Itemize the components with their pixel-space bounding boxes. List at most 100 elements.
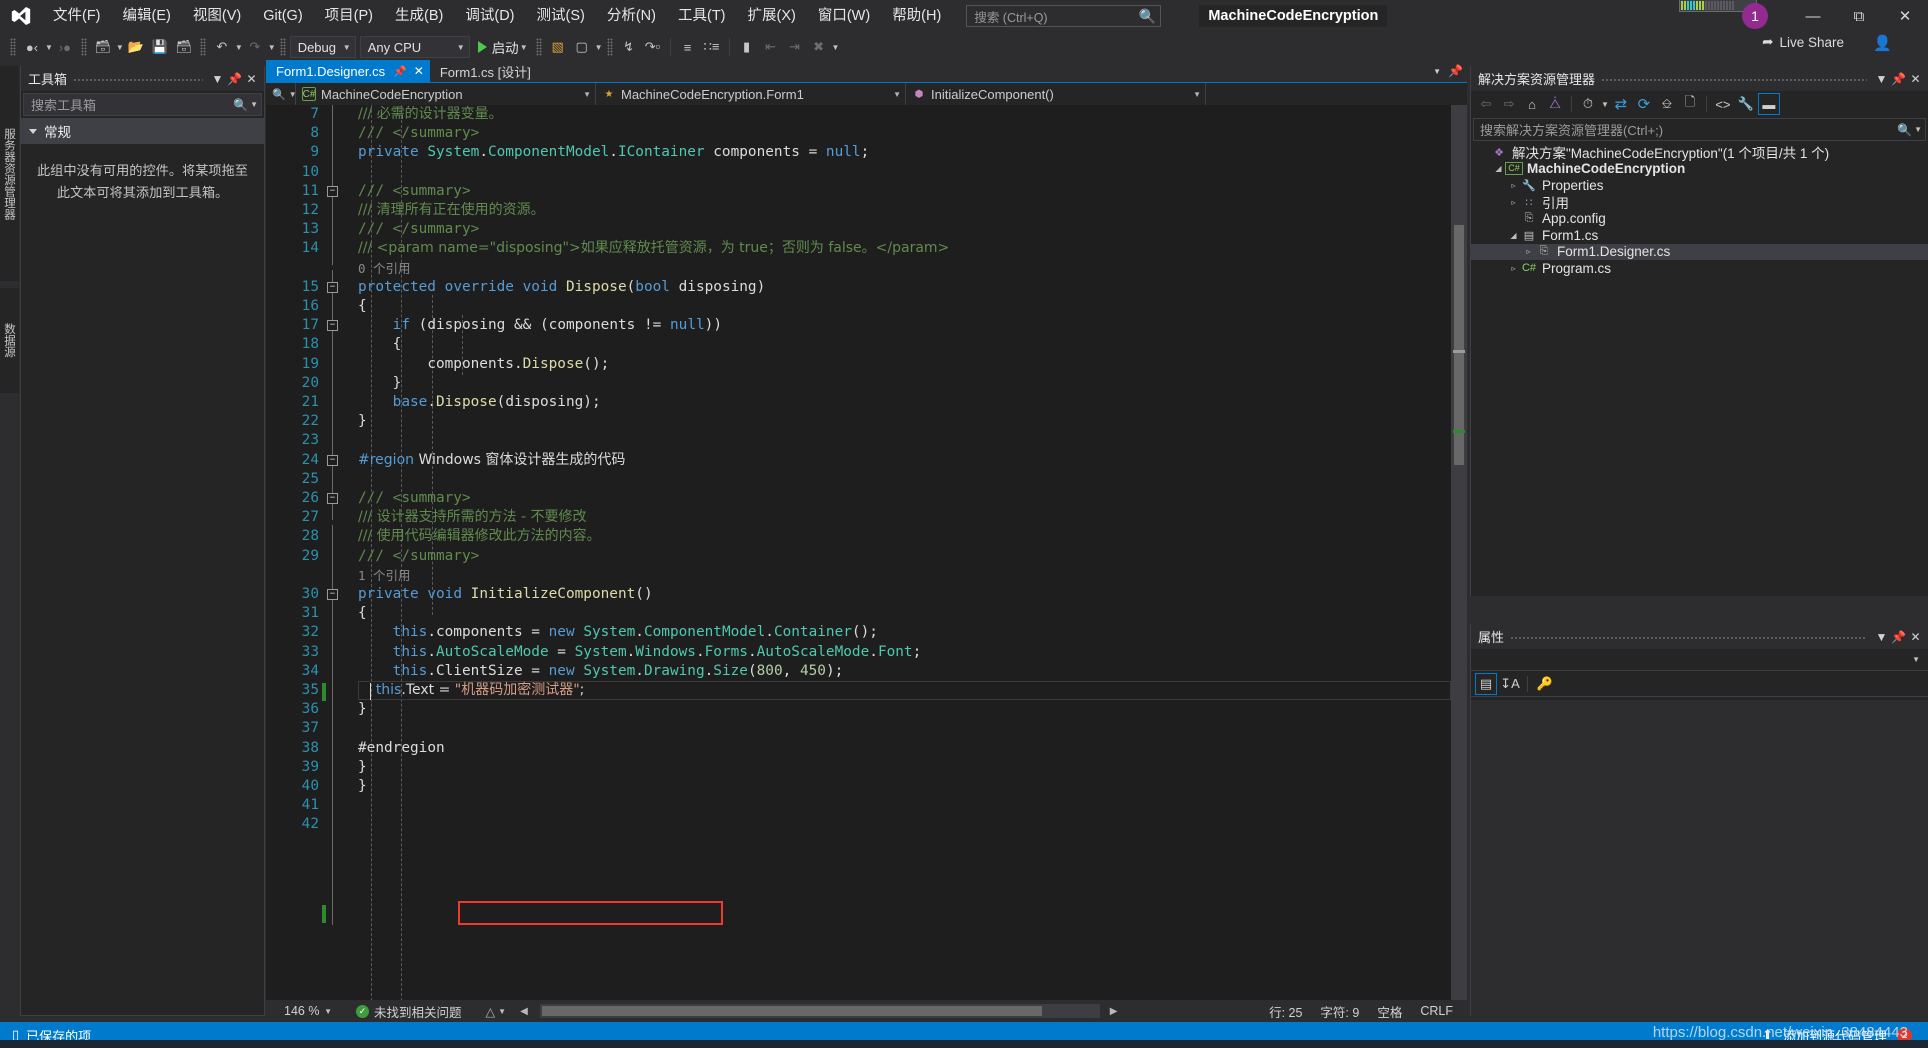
chevron-collapsed-icon[interactable]: ▹ (1507, 181, 1520, 190)
chevron-down-icon[interactable]: ▼ (1183, 90, 1201, 99)
property-pages-icon[interactable]: 🔑 (1534, 673, 1556, 695)
save-all-icon[interactable]: 🗃 (172, 35, 196, 59)
step-into-icon[interactable]: ↯ (617, 35, 641, 59)
pending-changes-dropdown-icon[interactable]: ▼ (1601, 100, 1609, 109)
tab-form1-designer-cs[interactable]: Form1.Designer.cs 📌 ✕ (266, 60, 430, 82)
magnifier-icon[interactable]: 🔍 (232, 95, 249, 115)
close-icon[interactable]: ✕ (414, 64, 424, 78)
solution-explorer-search-input[interactable]: 搜索解决方案资源管理器(Ctrl+;) 🔍 ▼ (1473, 118, 1926, 141)
chevron-collapsed-icon[interactable]: ▹ (1507, 198, 1520, 207)
close-icon[interactable]: ✕ (1907, 627, 1924, 647)
code-editor-surface[interactable]: 7 /// 必需的设计器变量。 8 /// </summary> 9 private Sy… (266, 105, 1467, 1016)
save-icon[interactable]: 💾 (148, 35, 172, 59)
menu-extensions[interactable]: 扩展(X) (737, 0, 807, 32)
quick-launch-search[interactable]: 搜索 (Ctrl+Q) 🔍 (966, 5, 1162, 27)
navigate-back-icon[interactable]: ●‹ (20, 35, 44, 59)
sync-icon[interactable]: ⇄ (1610, 93, 1632, 115)
chevron-collapsed-icon[interactable]: ▹ (1507, 264, 1520, 273)
fold-toggle-icon[interactable]: − (327, 185, 338, 197)
comment-icon[interactable]: ∷≡ (700, 35, 724, 59)
tree-item-properties[interactable]: ▹ 🔧 Properties (1471, 177, 1928, 194)
live-preview-icon[interactable]: ▢ (570, 35, 594, 59)
bookmark-icon[interactable]: ▮ (735, 35, 759, 59)
pin-icon[interactable]: 📌 (1890, 627, 1907, 647)
properties-wrench-icon[interactable]: 🔧 (1735, 93, 1757, 115)
toolbox-search-input[interactable]: 搜索工具箱 🔍 ▼ (23, 93, 262, 116)
redo-dropdown-icon[interactable]: ▼ (268, 43, 276, 52)
chevron-down-icon[interactable]: ▼ (883, 90, 901, 99)
close-icon[interactable]: ✕ (1907, 69, 1924, 89)
toolbar-grip-3[interactable] (199, 38, 206, 56)
notification-badge[interactable]: 1 (1742, 3, 1768, 29)
redo-icon[interactable]: ↷ (243, 35, 267, 59)
scrollbar-thumb[interactable] (1454, 225, 1464, 465)
chevron-expanded-icon[interactable]: ◢ (1492, 164, 1505, 173)
previous-bookmark-icon[interactable]: ⇤ (759, 35, 783, 59)
menu-file[interactable]: 文件(F) (42, 0, 112, 32)
nav-search-cell[interactable]: 🔍 ▼ (266, 83, 297, 105)
hscroll-left-arrow[interactable]: ◀ (520, 1006, 528, 1017)
next-bookmark-icon[interactable]: ⇥ (783, 35, 807, 59)
menu-window[interactable]: 窗口(W) (807, 0, 881, 32)
vtab-server-explorer[interactable]: 服务器资源管理器 (0, 66, 19, 281)
editor-split-dropdown-icon[interactable]: ▼ (498, 1007, 506, 1016)
toolbar-grip-2[interactable] (80, 38, 87, 56)
tab-form1-cs-design[interactable]: Form1.cs [设计] (429, 60, 537, 82)
fold-toggle-icon[interactable]: − (327, 493, 338, 504)
show-all-files-icon[interactable]: 🗋 (1679, 93, 1701, 115)
toolbox-drag-handle[interactable] (73, 76, 203, 81)
menu-git[interactable]: Git(G) (252, 0, 313, 32)
fold-toggle-icon[interactable]: − (327, 454, 338, 466)
chevron-down-icon[interactable]: ▼ (1873, 627, 1890, 647)
close-icon[interactable]: ✕ (243, 69, 260, 89)
toolbar-grip-5[interactable] (535, 38, 542, 56)
toolbox-group-general[interactable]: 常规 (21, 118, 264, 144)
menu-analyze[interactable]: 分析(N) (596, 0, 667, 32)
tree-item-[interactable]: ▹ ∷ 引用 (1471, 194, 1928, 211)
step-over-icon[interactable]: ↷▫ (641, 35, 665, 59)
magnifier-icon[interactable]: 🔍 (1896, 120, 1913, 140)
tree-item-app-config[interactable]: ⎘ App.config (1471, 210, 1928, 227)
nav-type-dropdown[interactable]: ★ MachineCodeEncryption.Form1 ▼ (596, 83, 906, 105)
indentation-indicator[interactable]: 空格 (1377, 1002, 1402, 1021)
editor-vertical-scrollbar[interactable] (1451, 105, 1467, 1016)
fold-toggle-icon[interactable]: − (327, 589, 338, 600)
pin-icon[interactable]: 📌 (226, 69, 243, 89)
toolbar-grip-4[interactable] (279, 38, 286, 56)
toolbar-overflow-icon[interactable]: ▼ (832, 43, 840, 52)
pending-changes-icon[interactable]: ⏱ (1577, 93, 1599, 115)
nav-project-dropdown[interactable]: C# MachineCodeEncryption ▼ (296, 83, 596, 105)
forward-icon[interactable]: ⇨ (1498, 93, 1520, 115)
refresh-icon[interactable]: ⟳ (1633, 93, 1655, 115)
chevron-down-icon[interactable]: ▼ (250, 100, 258, 109)
toolbar-grip[interactable] (10, 38, 16, 56)
editor-horizontal-scrollbar[interactable] (539, 1004, 1100, 1018)
navigate-back-dropdown-icon[interactable]: ▼ (45, 43, 53, 52)
properties-grid[interactable] (1471, 700, 1928, 1016)
new-project-icon[interactable]: 🗃 (91, 35, 115, 59)
alphabetical-sort-icon[interactable]: ↧A (1499, 673, 1521, 695)
solution-platform-combo[interactable]: Any CPU ▼ (359, 36, 470, 58)
chevron-collapsed-icon[interactable]: ▹ (1522, 247, 1535, 256)
maximize-icon[interactable]: ⧉ (1836, 0, 1882, 32)
view-code-icon[interactable]: <> (1712, 93, 1734, 115)
start-dropdown-icon[interactable]: ▼ (520, 43, 528, 52)
menu-edit[interactable]: 编辑(E) (112, 0, 182, 32)
pin-icon[interactable]: 📌 (393, 65, 407, 78)
tree-item-machinecodeencryption[interactable]: ◢ C# MachineCodeEncryption (1471, 161, 1928, 178)
close-icon[interactable]: ✕ (1882, 0, 1928, 32)
home-icon[interactable]: ⌂ (1521, 93, 1543, 115)
menu-view[interactable]: 视图(V) (182, 0, 252, 32)
solution-icon[interactable]: ⧊ (1544, 93, 1566, 115)
properties-drag-handle[interactable] (1510, 634, 1867, 639)
tree-item-form1-designer-cs[interactable]: ▹ ⎘ Form1.Designer.cs (1471, 243, 1928, 261)
indent-icon[interactable]: ≡ (676, 35, 700, 59)
tree-item-form1-cs[interactable]: ◢ ▤ Form1.cs (1471, 227, 1928, 244)
live-share-button[interactable]: ➦ Live Share (1762, 34, 1844, 50)
menu-debug[interactable]: 调试(D) (454, 0, 525, 32)
tab-list-chevron-icon[interactable]: ▼ (1433, 67, 1441, 76)
nav-member-dropdown[interactable]: ⬢ InitializeComponent() ▼ (906, 83, 1206, 105)
menu-project[interactable]: 项目(P) (314, 0, 384, 32)
fold-toggle-icon[interactable]: − (327, 320, 338, 332)
minimize-icon[interactable]: — (1790, 0, 1836, 32)
